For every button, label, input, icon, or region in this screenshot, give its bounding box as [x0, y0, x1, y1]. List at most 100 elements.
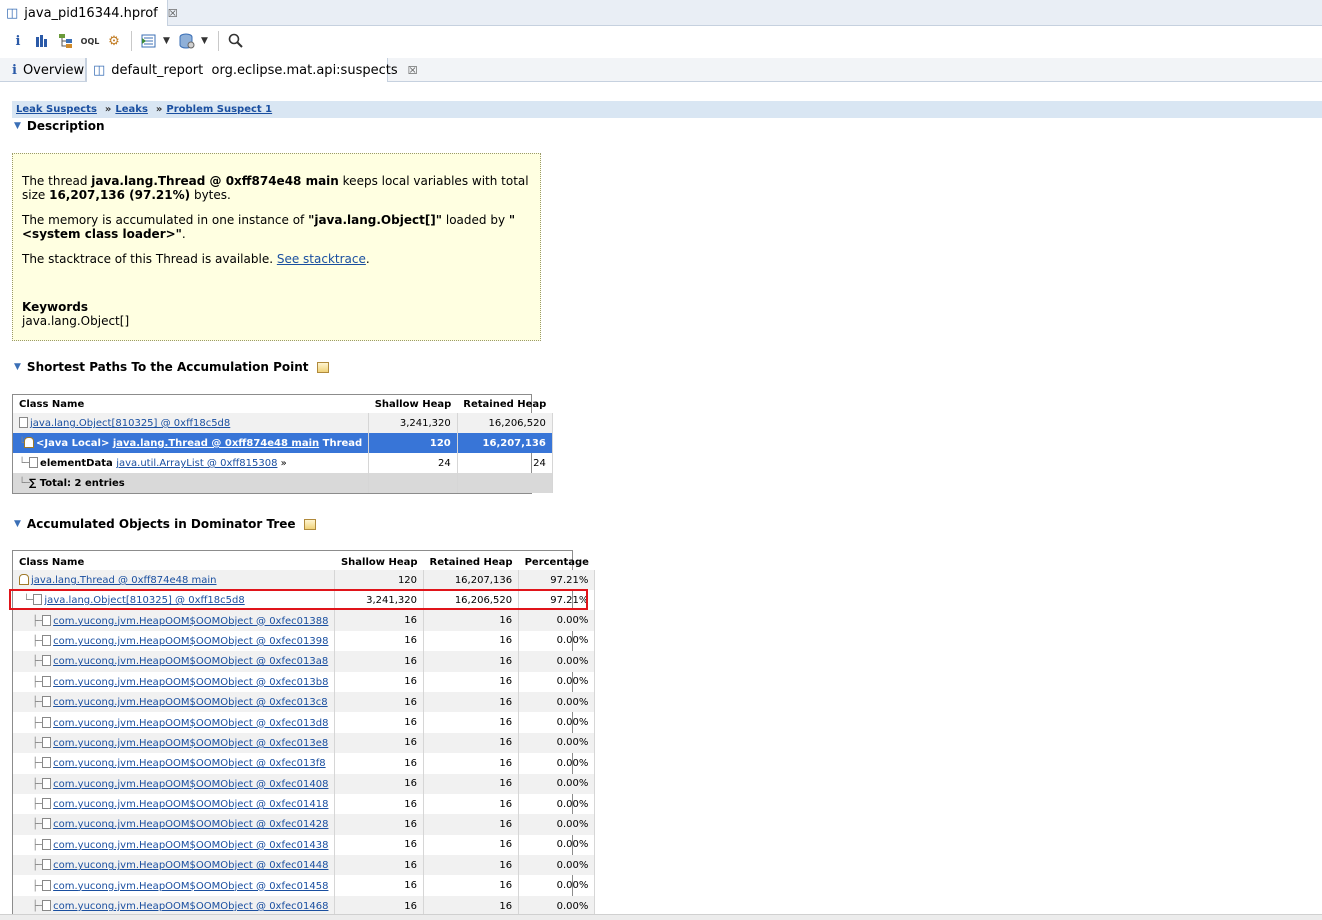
object-link[interactable]: com.yucong.jvm.HeapOOM$OOMObject @ 0xfec…: [53, 799, 328, 810]
oql-icon[interactable]: OQL: [80, 31, 100, 51]
dominator-tree-icon[interactable]: [56, 31, 76, 51]
paths-section-header[interactable]: ▼ Shortest Paths To the Accumulation Poi…: [14, 360, 329, 374]
shallow-heap-cell: 16: [334, 651, 425, 672]
retained-heap-cell: 16: [423, 610, 520, 631]
keywords-value: java.lang.Object[]: [22, 314, 130, 328]
table-row-selected[interactable]: └ <Java Local> java.lang.Thread @ 0xff874…: [13, 433, 553, 453]
table-row[interactable]: ├─ com.yucong.jvm.HeapOOM$OOMObject @ 0xf…: [13, 753, 596, 774]
table-header-row: Class Name Shallow Heap Retained Heap Pe…: [13, 551, 595, 570]
object-link[interactable]: com.yucong.jvm.HeapOOM$OOMObject @ 0xfec…: [53, 881, 328, 892]
object-link[interactable]: com.yucong.jvm.HeapOOM$OOMObject @ 0xfec…: [53, 779, 328, 790]
table-total-row: └─∑ Total: 2 entries: [13, 473, 553, 493]
chevron-down-icon[interactable]: ▼: [201, 36, 211, 46]
description-paragraph: The thread java.lang.Thread @ 0xff874e48…: [22, 174, 531, 202]
breadcrumb-problem-suspect[interactable]: Problem Suspect 1: [166, 104, 272, 115]
table-row[interactable]: └─ elementData java.util.ArrayList @ 0xff…: [13, 453, 553, 473]
object-icon: [42, 634, 52, 646]
object-link[interactable]: java.lang.Thread @ 0xff874e48 main: [113, 438, 319, 449]
collapse-triangle-icon[interactable]: ▼: [14, 519, 21, 529]
table-row[interactable]: ├─ com.yucong.jvm.HeapOOM$OOMObject @ 0xf…: [13, 712, 596, 733]
object-link[interactable]: com.yucong.jvm.HeapOOM$OOMObject @ 0xfec…: [53, 758, 326, 769]
shallow-heap-cell: 24: [368, 453, 458, 473]
open-in-view-icon[interactable]: [316, 361, 329, 373]
table-row[interactable]: ├─ com.yucong.jvm.HeapOOM$OOMObject @ 0xf…: [13, 651, 596, 672]
table-row[interactable]: ├─ com.yucong.jvm.HeapOOM$OOMObject @ 0xf…: [13, 671, 596, 692]
query-browser-icon[interactable]: [139, 31, 159, 51]
table-row[interactable]: ├─ com.yucong.jvm.HeapOOM$OOMObject @ 0xf…: [13, 855, 596, 876]
tab-overview[interactable]: i Overview: [6, 58, 86, 82]
object-link[interactable]: com.yucong.jvm.HeapOOM$OOMObject @ 0xfec…: [53, 677, 328, 688]
table-row[interactable]: ├─ com.yucong.jvm.HeapOOM$OOMObject @ 0xf…: [13, 875, 596, 896]
breadcrumb-leak-suspects[interactable]: Leak Suspects: [16, 104, 97, 115]
object-icon: [42, 736, 52, 748]
editor-tab-hprof[interactable]: ◫ java_pid16344.hprof ☒: [0, 0, 178, 26]
column-header[interactable]: Shallow Heap: [369, 395, 458, 413]
table-row[interactable]: ├─ com.yucong.jvm.HeapOOM$OOMObject @ 0xf…: [13, 793, 596, 815]
percentage-cell: 0.00%: [518, 855, 596, 876]
table-row[interactable]: ├─ com.yucong.jvm.HeapOOM$OOMObject @ 0xf…: [13, 691, 596, 713]
object-link[interactable]: com.yucong.jvm.HeapOOM$OOMObject @ 0xfec…: [53, 616, 328, 627]
shallow-heap-cell: 120: [334, 570, 425, 590]
column-header[interactable]: Retained Heap: [424, 551, 519, 570]
table-row[interactable]: java.lang.Object[810325] @ 0xff18c5d8 3,…: [13, 413, 553, 433]
column-header[interactable]: Percentage: [519, 551, 595, 570]
table-row[interactable]: ├─ com.yucong.jvm.HeapOOM$OOMObject @ 0xf…: [13, 610, 596, 631]
table-row[interactable]: java.lang.Thread @ 0xff874e48 main 120 16,…: [13, 570, 596, 590]
column-header[interactable]: Shallow Heap: [335, 551, 424, 570]
table-row[interactable]: ├─ com.yucong.jvm.HeapOOM$OOMObject @ 0xf…: [13, 814, 596, 835]
object-link[interactable]: java.lang.Object[810325] @ 0xff18c5d8: [44, 595, 244, 606]
text: .: [365, 252, 370, 266]
object-link[interactable]: com.yucong.jvm.HeapOOM$OOMObject @ 0xfec…: [53, 840, 328, 851]
collapse-triangle-icon[interactable]: ▼: [14, 362, 21, 372]
column-header[interactable]: Class Name: [13, 395, 369, 413]
info-icon[interactable]: i: [8, 31, 28, 51]
shallow-heap-cell: 3,241,320: [334, 590, 425, 611]
type-label: Thread: [319, 438, 363, 449]
report-icon: ◫: [93, 62, 106, 78]
object-link[interactable]: java.util.ArrayList @ 0xff815308: [116, 458, 277, 469]
text: The stacktrace of this Thread is availab…: [22, 252, 277, 266]
thread-icon: [24, 437, 35, 448]
histogram-icon[interactable]: [32, 31, 52, 51]
column-header[interactable]: Retained Heap: [457, 395, 552, 413]
percentage-cell: 0.00%: [518, 712, 596, 733]
object-link[interactable]: com.yucong.jvm.HeapOOM$OOMObject @ 0xfec…: [53, 718, 328, 729]
see-stacktrace-link[interactable]: See stacktrace: [277, 252, 366, 266]
tree-connector: ├─: [19, 635, 43, 647]
table-row[interactable]: ├─ com.yucong.jvm.HeapOOM$OOMObject @ 0xf…: [13, 732, 596, 754]
collapse-triangle-icon[interactable]: ▼: [14, 121, 21, 131]
object-link[interactable]: com.yucong.jvm.HeapOOM$OOMObject @ 0xfec…: [53, 636, 328, 647]
object-link[interactable]: com.yucong.jvm.HeapOOM$OOMObject @ 0xfec…: [53, 738, 328, 749]
tab-default-report[interactable]: ◫ default_report org.eclipse.mat.api:sus…: [86, 58, 417, 82]
retained-heap-cell: 16: [423, 651, 520, 672]
table-row[interactable]: ├─ com.yucong.jvm.HeapOOM$OOMObject @ 0xf…: [13, 834, 596, 856]
heap-dump-icon[interactable]: [177, 31, 197, 51]
description-section-header[interactable]: ▼ Description: [14, 119, 105, 133]
percentage-cell: 0.00%: [518, 651, 596, 672]
close-icon[interactable]: ☒: [408, 64, 418, 77]
chevron-down-icon[interactable]: ▼: [163, 36, 173, 46]
column-header[interactable]: Class Name: [13, 551, 335, 570]
object-link[interactable]: com.yucong.jvm.HeapOOM$OOMObject @ 0xfec…: [53, 901, 328, 912]
object-link[interactable]: java.lang.Thread @ 0xff874e48 main: [31, 575, 217, 586]
dominator-table: Class Name Shallow Heap Retained Heap Pe…: [12, 550, 596, 920]
settings-icon[interactable]: ⚙: [104, 31, 124, 51]
percentage-cell: 0.00%: [518, 732, 596, 754]
open-in-view-icon[interactable]: [303, 518, 316, 530]
close-icon[interactable]: ☒: [168, 7, 178, 20]
object-link[interactable]: com.yucong.jvm.HeapOOM$OOMObject @ 0xfec…: [53, 860, 328, 871]
object-link[interactable]: com.yucong.jvm.HeapOOM$OOMObject @ 0xfec…: [53, 697, 327, 708]
table-row[interactable]: └─ java.lang.Object[810325] @ 0xff18c5d8 3…: [13, 590, 596, 611]
object-link[interactable]: com.yucong.jvm.HeapOOM$OOMObject @ 0xfec…: [53, 656, 328, 667]
search-icon[interactable]: [226, 31, 246, 51]
object-link[interactable]: java.lang.Object[810325] @ 0xff18c5d8: [30, 418, 230, 429]
retained-heap-cell: 16: [423, 630, 520, 652]
text: loaded by: [442, 213, 509, 227]
breadcrumb-leaks[interactable]: Leaks: [115, 104, 148, 115]
dominator-section-header[interactable]: ▼ Accumulated Objects in Dominator Tree: [14, 517, 316, 531]
object-link[interactable]: com.yucong.jvm.HeapOOM$OOMObject @ 0xfec…: [53, 819, 328, 830]
horizontal-scrollbar[interactable]: [0, 914, 1322, 920]
expand-marker[interactable]: »: [277, 458, 287, 469]
table-row[interactable]: ├─ com.yucong.jvm.HeapOOM$OOMObject @ 0xf…: [13, 773, 596, 794]
table-row[interactable]: ├─ com.yucong.jvm.HeapOOM$OOMObject @ 0xf…: [13, 630, 596, 652]
